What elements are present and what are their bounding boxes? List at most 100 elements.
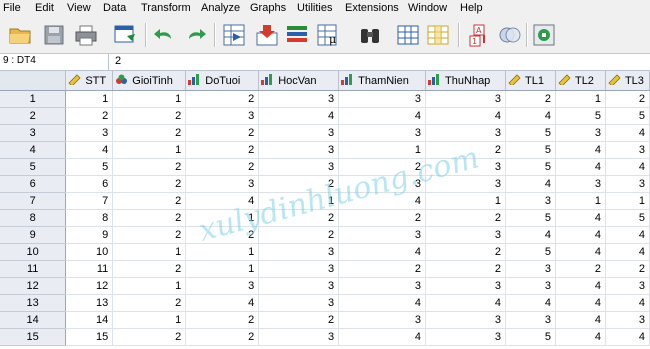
row-number[interactable]: 2 [0,107,67,125]
column-header-thamnien[interactable]: ThamNien [338,71,427,91]
data-cell[interactable]: 2 [425,243,506,261]
data-cell[interactable]: 3 [338,277,427,295]
row-number[interactable]: 15 [0,328,67,346]
menu-transform[interactable]: Transform [141,2,191,15]
data-cell[interactable]: 5 [505,158,556,176]
data-cell[interactable]: 2 [65,107,114,125]
insert-cases-icon[interactable] [396,23,420,47]
value-labels-icon[interactable] [532,23,556,47]
data-cell[interactable]: 4 [605,124,650,142]
menu-file[interactable]: File [3,2,21,15]
menu-analyze[interactable]: Analyze [201,2,240,15]
column-header-tl1[interactable]: TL1 [505,71,556,91]
data-cell[interactable]: 5 [505,124,556,142]
menu-utilities[interactable]: Utilities [297,2,332,15]
data-cell[interactable]: 6 [65,175,114,193]
data-cell[interactable]: 4 [555,141,606,159]
column-header-thunhap[interactable]: ThuNhap [425,71,506,91]
data-cell[interactable]: 2 [605,260,650,278]
data-cell[interactable]: 2 [112,226,187,244]
data-cell[interactable]: 2 [112,192,187,210]
select-cases-icon[interactable] [498,23,522,47]
data-cell[interactable]: 4 [605,158,650,176]
row-number[interactable]: 9 [0,226,67,244]
data-cell[interactable]: 2 [338,260,427,278]
data-cell[interactable]: 15 [65,328,114,346]
data-cell[interactable]: 3 [258,260,340,278]
data-cell[interactable]: 4 [258,107,340,125]
data-cell[interactable]: 1 [605,192,650,210]
data-cell[interactable]: 4 [605,328,650,346]
cell-value-input[interactable]: 2 [115,55,121,67]
data-cell[interactable]: 3 [505,311,556,329]
column-header-hocvan[interactable]: HocVan [258,71,340,91]
data-cell[interactable]: 3 [605,311,650,329]
data-cell[interactable]: 4 [555,243,606,261]
data-cell[interactable]: 2 [185,90,260,108]
data-cell[interactable]: 3 [425,158,506,176]
menu-window[interactable]: Window [408,2,447,15]
data-cell[interactable]: 1 [338,141,427,159]
data-cell[interactable]: 4 [425,107,506,125]
data-cell[interactable]: 3 [185,277,260,295]
data-cell[interactable]: 5 [555,107,606,125]
row-number[interactable]: 13 [0,294,67,312]
menu-data[interactable]: Data [103,2,126,15]
data-cell[interactable]: 4 [605,294,650,312]
data-cell[interactable]: 1 [555,192,606,210]
data-cell[interactable]: 4 [338,243,427,261]
data-cell[interactable]: 2 [185,141,260,159]
split-file-icon[interactable]: A1 [466,23,490,47]
dialog-recall-icon[interactable] [113,23,137,47]
data-cell[interactable]: 8 [65,209,114,227]
data-cell[interactable]: 12 [65,277,114,295]
data-cell[interactable]: 1 [112,141,187,159]
data-cell[interactable]: 3 [258,90,340,108]
data-cell[interactable]: 3 [338,124,427,142]
row-number[interactable]: 7 [0,192,67,210]
data-cell[interactable]: 3 [338,311,427,329]
data-cell[interactable]: 2 [555,260,606,278]
data-cell[interactable]: 3 [185,175,260,193]
column-header-stt[interactable]: STT [65,71,114,91]
data-cell[interactable]: 2 [338,209,427,227]
data-cell[interactable]: 3 [605,175,650,193]
data-cell[interactable]: 4 [505,175,556,193]
data-cell[interactable]: 1 [112,243,187,261]
column-header-tl3[interactable]: TL3 [605,71,650,91]
data-cell[interactable]: 3 [505,192,556,210]
data-cell[interactable]: 2 [258,226,340,244]
data-cell[interactable]: 3 [425,328,506,346]
data-cell[interactable]: 2 [112,260,187,278]
menu-graphs[interactable]: Graphs [250,2,286,15]
row-number[interactable]: 14 [0,311,67,329]
menu-view[interactable]: View [67,2,91,15]
data-cell[interactable]: 2 [425,209,506,227]
go-to-variable-icon[interactable] [255,23,279,47]
column-header-dotuoi[interactable]: DoTuoi [185,71,260,91]
data-cell[interactable]: 5 [65,158,114,176]
data-cell[interactable]: 1 [425,192,506,210]
data-cell[interactable]: 2 [425,141,506,159]
data-cell[interactable]: 13 [65,294,114,312]
row-number[interactable]: 6 [0,175,67,193]
data-cell[interactable]: 3 [258,328,340,346]
data-cell[interactable]: 3 [425,277,506,295]
data-cell[interactable]: 7 [65,192,114,210]
data-cell[interactable]: 2 [112,175,187,193]
data-cell[interactable]: 4 [555,328,606,346]
row-number[interactable]: 11 [0,260,67,278]
data-cell[interactable]: 3 [425,124,506,142]
data-cell[interactable]: 3 [425,175,506,193]
open-folder-icon[interactable] [8,23,32,47]
data-cell[interactable]: 3 [338,90,427,108]
data-cell[interactable]: 4 [338,107,427,125]
data-cell[interactable]: 3 [555,124,606,142]
data-cell[interactable]: 2 [338,158,427,176]
menu-help[interactable]: Help [460,2,483,15]
insert-variable-icon[interactable] [426,23,450,47]
grid-corner[interactable] [0,71,67,91]
data-cell[interactable]: 14 [65,311,114,329]
data-cell[interactable]: 1 [112,90,187,108]
row-number[interactable]: 3 [0,124,67,142]
